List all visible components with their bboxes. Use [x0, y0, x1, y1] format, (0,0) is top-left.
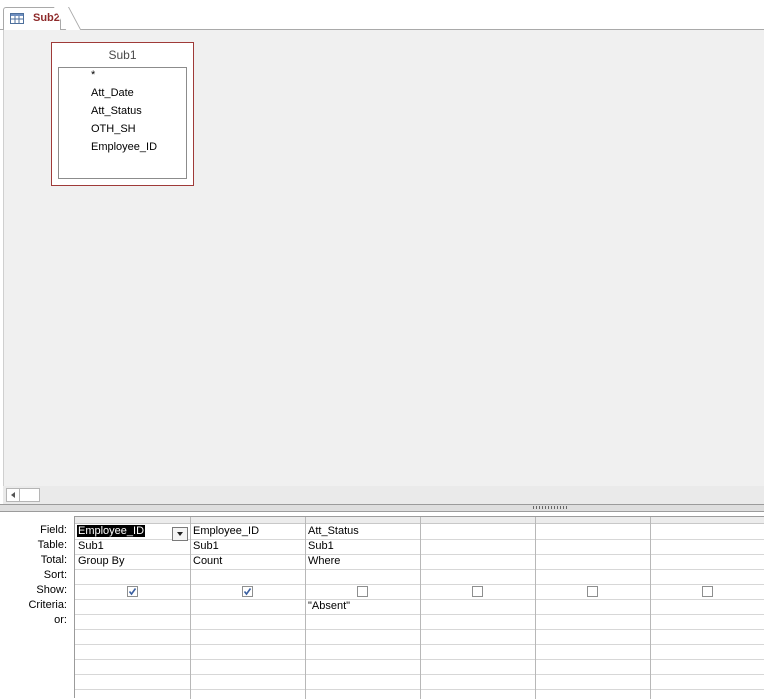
tab-sub2-label: Sub2 [33, 12, 60, 24]
cell-total-2[interactable]: Count [193, 555, 222, 567]
cell-field-1[interactable]: Employee_ID [77, 525, 146, 537]
query-design-icon [10, 13, 24, 24]
show-checkbox-5[interactable] [587, 586, 598, 597]
show-checkbox-4[interactable] [472, 586, 483, 597]
grid-column-line [535, 517, 536, 699]
cell-field-3[interactable]: Att_Status [308, 525, 359, 537]
pane-splitter[interactable] [0, 504, 764, 512]
scroll-thumb[interactable] [20, 488, 40, 502]
show-checkbox-2[interactable] [242, 586, 253, 597]
row-label-show: Show: [36, 584, 67, 596]
query-design-grid-area: Field: Table: Total: Sort: Show: Criteri… [0, 512, 764, 699]
show-checkbox-1[interactable] [127, 586, 138, 597]
column-selector-5[interactable] [535, 517, 650, 524]
field-list-sub1[interactable]: Sub1 * Att_Date Att_Status OTH_SH Employ… [51, 42, 194, 186]
document-tab-strip: Sub2 [0, 0, 764, 30]
grid-column-line [420, 517, 421, 699]
field-all-asterisk[interactable]: * [91, 69, 95, 81]
splitter-grip-icon[interactable] [533, 506, 567, 509]
field-employee-id[interactable]: Employee_ID [91, 141, 157, 153]
grid-column-line [190, 517, 191, 699]
row-label-criteria: Criteria: [28, 599, 67, 611]
query-design-upper-pane[interactable]: Sub1 * Att_Date Att_Status OTH_SH Employ… [3, 30, 764, 486]
cell-total-3[interactable]: Where [308, 555, 340, 567]
cell-table-1[interactable]: Sub1 [78, 540, 104, 552]
tab-sub2[interactable]: Sub2 [3, 7, 61, 30]
field-att-status[interactable]: Att_Status [91, 105, 142, 117]
field-list-box: * Att_Date Att_Status OTH_SH Employee_ID [58, 67, 187, 179]
grid-column-line [650, 517, 651, 699]
column-selector-1[interactable] [75, 517, 190, 524]
upper-pane-horizontal-scrollbar[interactable] [3, 486, 764, 504]
row-label-sort: Sort: [43, 569, 67, 581]
row-label-field: Field: [40, 524, 67, 536]
column-selector-6[interactable] [650, 517, 764, 524]
column-selector-3[interactable] [305, 517, 420, 524]
row-label-total: Total: [40, 554, 67, 566]
cell-table-3[interactable]: Sub1 [308, 540, 334, 552]
cell-field-2[interactable]: Employee_ID [193, 525, 259, 537]
field-oth-sh[interactable]: OTH_SH [91, 123, 136, 135]
scroll-left-arrow-icon[interactable] [6, 488, 20, 502]
field-list-title[interactable]: Sub1 [52, 48, 193, 62]
column-selector-2[interactable] [190, 517, 305, 524]
cell-criteria-3[interactable]: "Absent" [308, 600, 350, 612]
row-label-or: or: [54, 614, 67, 626]
row-label-table: Table: [37, 539, 67, 551]
cell-table-2[interactable]: Sub1 [193, 540, 219, 552]
field-att-date[interactable]: Att_Date [91, 87, 134, 99]
grid-column-line [305, 517, 306, 699]
column-selector-4[interactable] [420, 517, 535, 524]
cell-total-1[interactable]: Group By [78, 555, 124, 567]
design-grid: Employee_ID Sub1 Group By Employee_ID Su… [74, 516, 764, 699]
show-checkbox-3[interactable] [357, 586, 368, 597]
show-checkbox-6[interactable] [702, 586, 713, 597]
checkmark-icon [243, 588, 252, 596]
checkmark-icon [128, 588, 137, 596]
field-dropdown-chevron-down-icon[interactable] [172, 527, 188, 541]
